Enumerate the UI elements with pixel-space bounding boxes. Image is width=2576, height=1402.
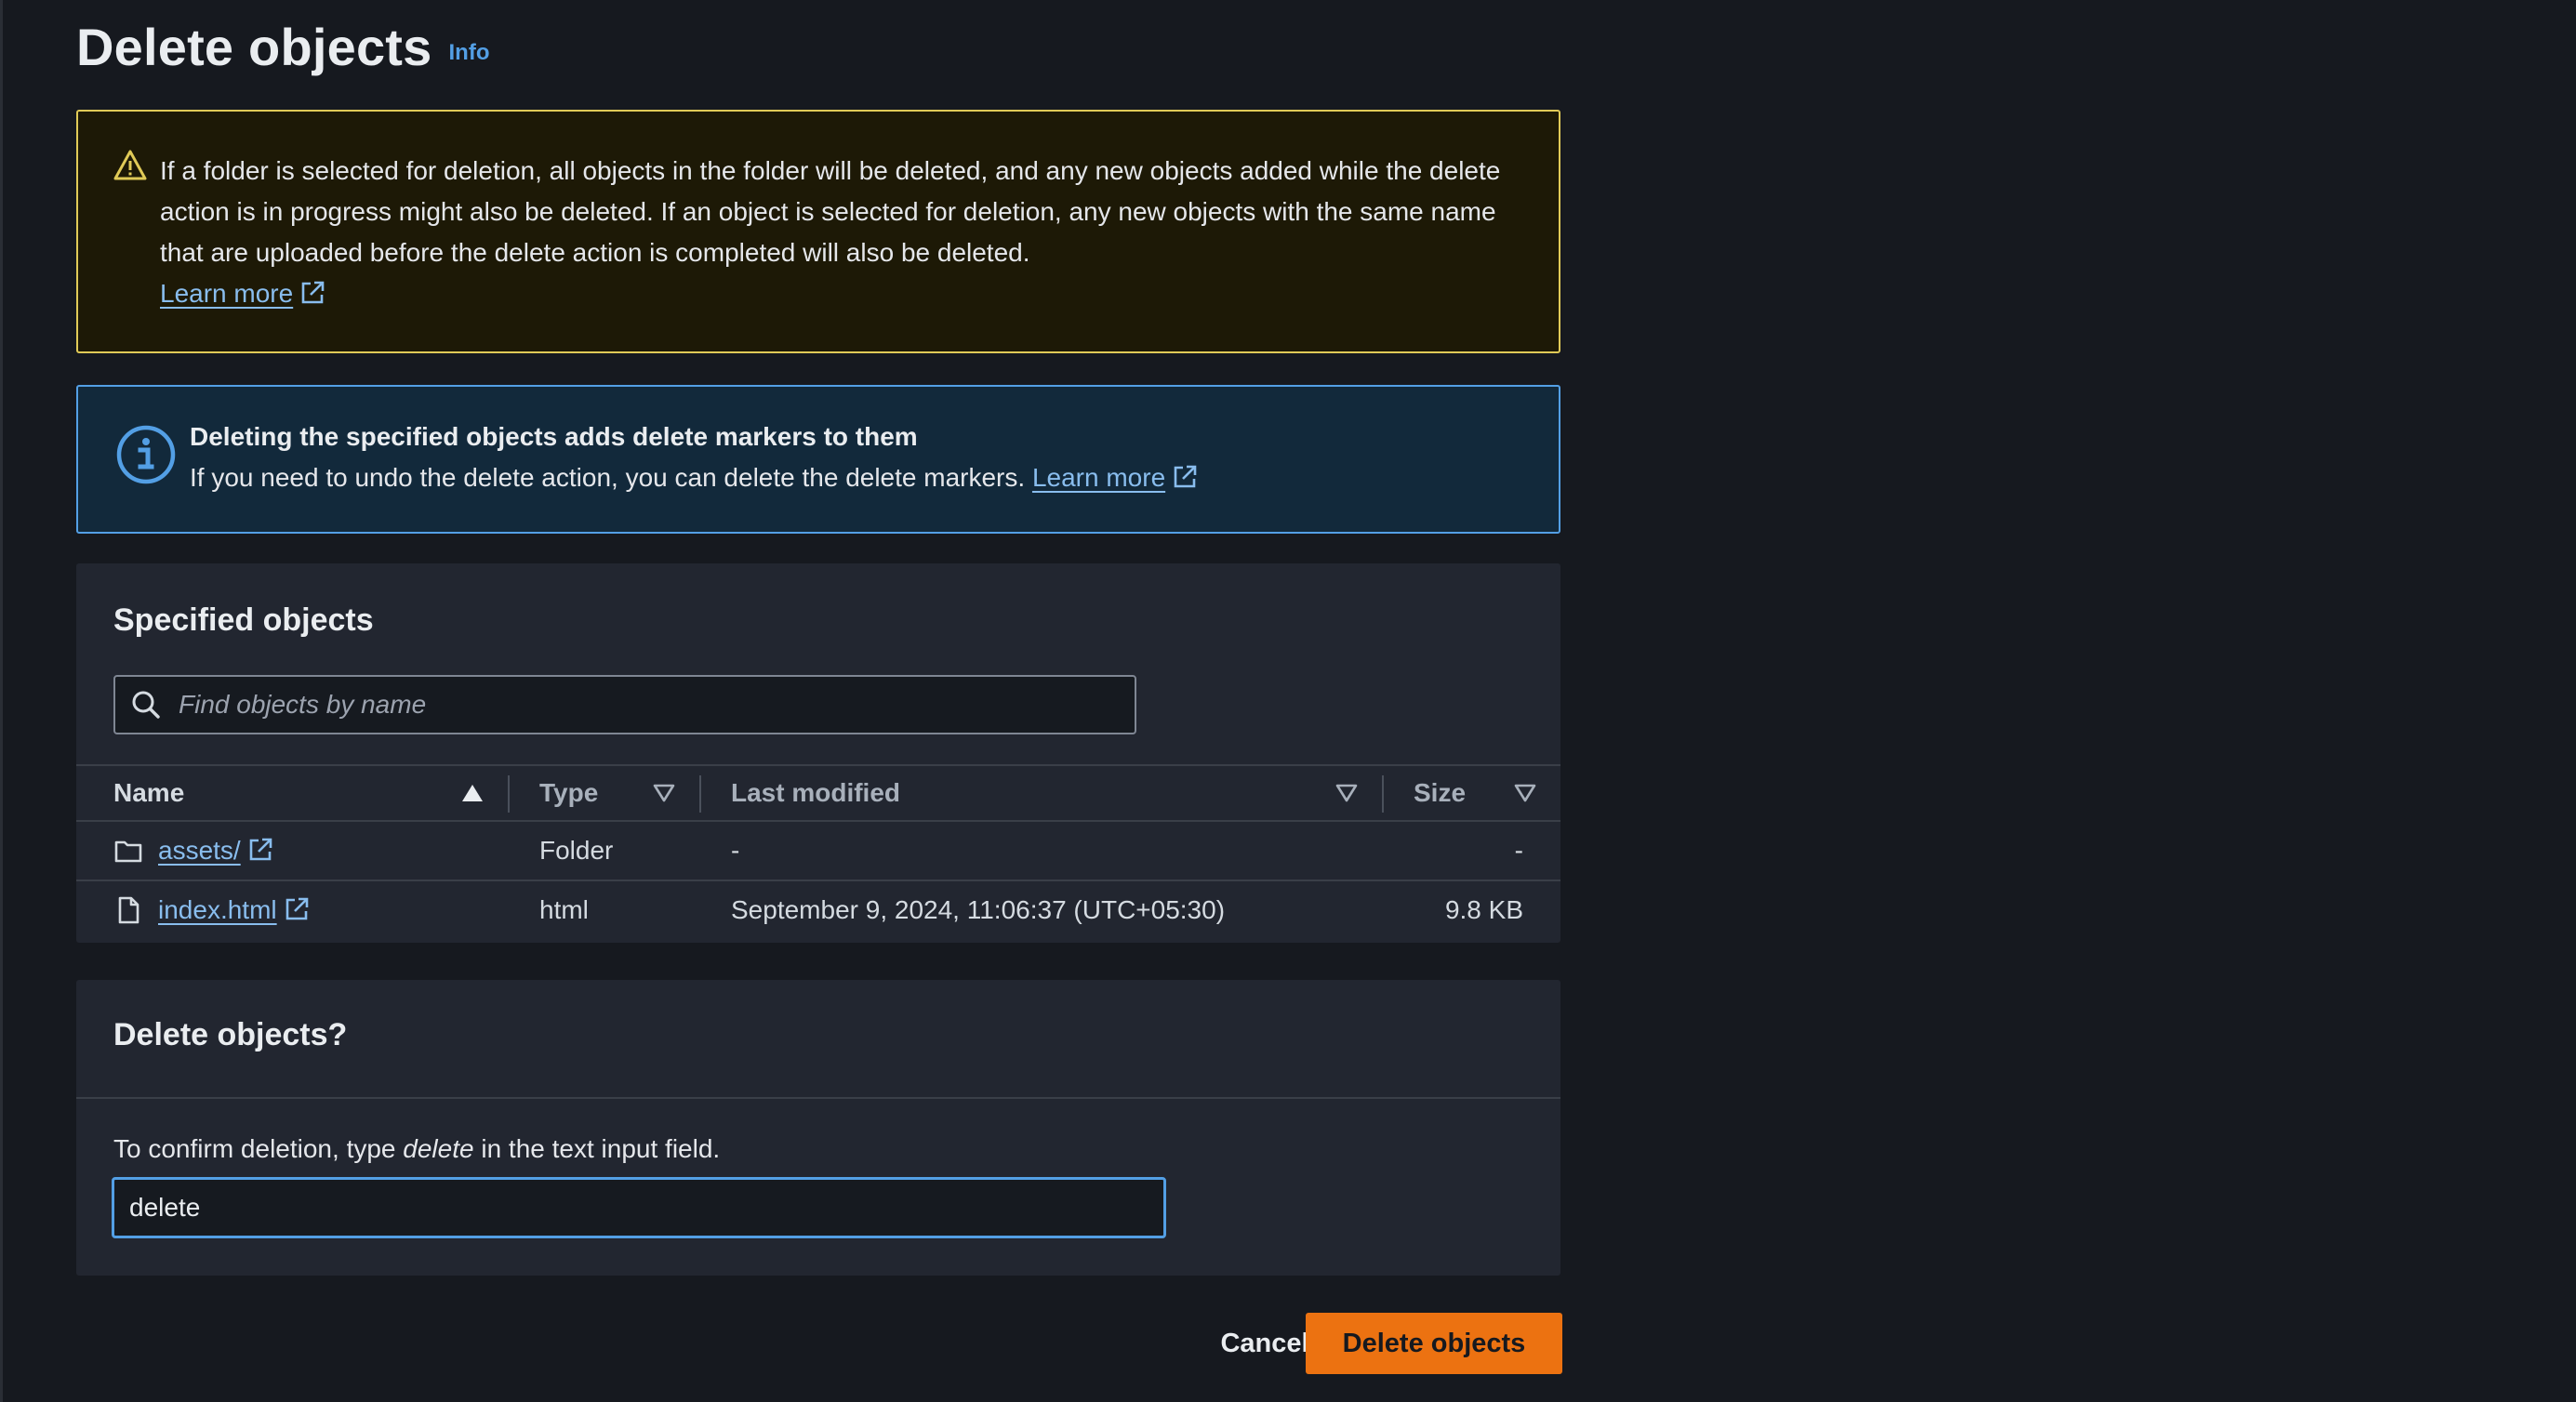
- table-header: Name Type Last modified Size: [76, 764, 1560, 822]
- left-border: [0, 0, 3, 1402]
- info-alert: Deleting the specified objects adds dele…: [76, 385, 1560, 534]
- object-type: html: [539, 895, 589, 924]
- specified-objects-title: Specified objects: [113, 602, 374, 638]
- column-header-name[interactable]: Name: [113, 766, 184, 820]
- confirm-instruction: To confirm deletion, type delete in the …: [113, 1134, 720, 1164]
- object-name-link[interactable]: assets/: [158, 836, 274, 866]
- page-title: Delete objects: [76, 17, 432, 76]
- object-last-modified: -: [731, 836, 740, 865]
- object-last-modified: September 9, 2024, 11:06:37 (UTC+05:30): [731, 895, 1226, 924]
- confirm-keyword: delete: [403, 1134, 474, 1163]
- delete-objects-page: Delete objects Info If a folder is selec…: [0, 0, 2576, 1402]
- warning-learn-more-link[interactable]: Learn more: [160, 279, 326, 308]
- column-separator[interactable]: [1382, 775, 1384, 813]
- warning-alert: If a folder is selected for deletion, al…: [76, 110, 1560, 353]
- object-type: Folder: [539, 836, 614, 865]
- info-link[interactable]: Info: [449, 40, 490, 66]
- warning-icon: [113, 150, 147, 180]
- info-learn-more-link[interactable]: Learn more: [1032, 463, 1199, 492]
- external-link-icon: [285, 897, 308, 920]
- object-name-cell: index.html: [158, 881, 311, 939]
- column-header-last-modified[interactable]: Last modified: [731, 766, 900, 820]
- confirm-instruction-suffix: in the text input field.: [473, 1134, 721, 1163]
- info-alert-message: If you need to undo the delete action, y…: [190, 463, 1026, 492]
- sort-descending-icon[interactable]: [1335, 783, 1358, 803]
- object-name: assets/: [158, 836, 241, 865]
- object-size: 9.8 KB: [1444, 895, 1523, 924]
- objects-table: Name Type Last modified Size assets/ Fol…: [76, 764, 1560, 941]
- column-separator[interactable]: [508, 775, 510, 813]
- search-input[interactable]: [162, 689, 1135, 721]
- delete-confirm-title: Delete objects?: [113, 1017, 348, 1052]
- delete-objects-button[interactable]: Delete objects: [1306, 1313, 1562, 1374]
- specified-objects-panel: Specified objects Name Type: [76, 563, 1560, 943]
- file-icon: [113, 881, 143, 939]
- info-icon: [116, 425, 176, 484]
- external-link-icon: [301, 281, 325, 304]
- object-size: -: [1514, 836, 1523, 865]
- warning-learn-more-label: Learn more: [160, 279, 294, 308]
- search-box: [113, 675, 1136, 734]
- object-name-cell: assets/: [158, 822, 274, 880]
- warning-message: If a folder is selected for deletion, al…: [160, 156, 1501, 267]
- panel-divider: [76, 1097, 1560, 1099]
- sort-ascending-icon[interactable]: [461, 783, 484, 803]
- table-row: index.html html September 9, 2024, 11:06…: [76, 881, 1560, 941]
- confirm-instruction-prefix: To confirm deletion, type: [113, 1134, 404, 1163]
- column-header-size[interactable]: Size: [1414, 766, 1466, 820]
- object-name: index.html: [158, 895, 277, 924]
- external-link-icon: [249, 838, 272, 861]
- warning-text-block: If a folder is selected for deletion, al…: [160, 151, 1518, 314]
- search-icon: [132, 691, 160, 719]
- column-header-type[interactable]: Type: [539, 766, 598, 820]
- column-separator[interactable]: [699, 775, 701, 813]
- external-link-icon: [1174, 465, 1197, 488]
- confirm-delete-input[interactable]: [112, 1177, 1166, 1238]
- sort-descending-icon[interactable]: [653, 783, 675, 803]
- table-row: assets/ Folder - -: [76, 822, 1560, 881]
- delete-confirm-panel: Delete objects? To confirm deletion, typ…: [76, 980, 1560, 1276]
- folder-icon: [113, 822, 143, 880]
- object-name-link[interactable]: index.html: [158, 895, 311, 925]
- sort-descending-icon[interactable]: [1514, 783, 1536, 803]
- info-alert-title: Deleting the specified objects adds dele…: [190, 422, 918, 451]
- info-alert-body: If you need to undo the delete action, y…: [190, 463, 1199, 493]
- info-learn-more-label: Learn more: [1031, 463, 1166, 492]
- page-header: Delete objects Info: [76, 0, 489, 93]
